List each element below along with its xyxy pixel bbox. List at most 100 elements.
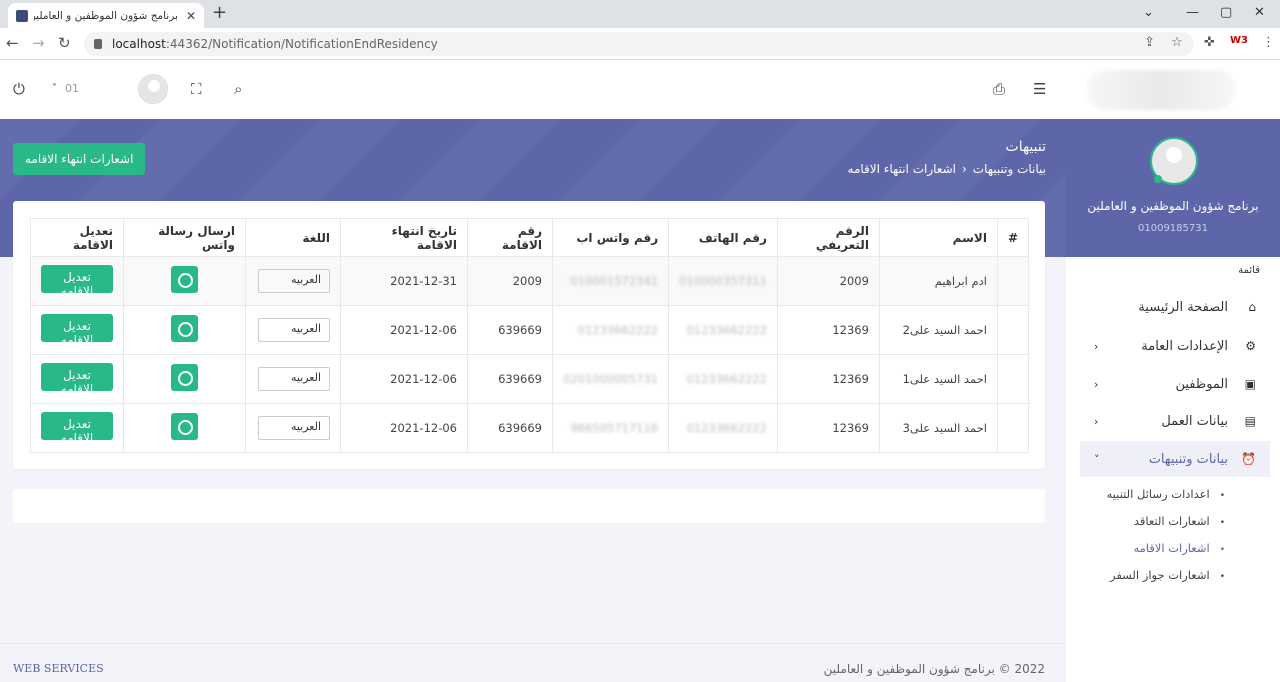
fullscreen-icon[interactable]: ⛶: [191, 80, 202, 98]
row-expiry: 2021-12-06: [340, 403, 468, 453]
row-whatsapp: 01233662222: [551, 305, 670, 355]
tab-close-icon[interactable]: ✕: [186, 9, 196, 23]
back-icon[interactable]: ←: [6, 34, 19, 52]
table-header-row: # الاسم الرقم التعريفي رقم الهاتف رقم وا…: [30, 218, 1030, 257]
reload-icon[interactable]: ↻: [58, 34, 71, 52]
row-id-text: 12369: [832, 323, 869, 337]
col-num: #: [996, 218, 1030, 257]
avatar[interactable]: [138, 74, 168, 104]
search-icon[interactable]: ⌕: [234, 80, 242, 98]
row-expiry-text: 2021-12-06: [390, 421, 457, 435]
row-id-text: 2009: [839, 274, 869, 288]
subitem-contract-notices[interactable]: اشعارات التعاقد: [1134, 514, 1225, 528]
table-row: احمد السيد على2 12369 01233662222 012336622…: [30, 305, 1030, 355]
sidebar-item-work-data[interactable]: ▤ بيانات العمل ‹: [1080, 403, 1270, 439]
row-phone: 010000357311: [668, 256, 778, 306]
sidebar-item-employees[interactable]: ▣ الموظفين ‹: [1080, 366, 1270, 402]
subitem-passport-notices[interactable]: اشعارات جواز السفر: [1110, 568, 1225, 582]
col-id: الرقم التعريفي: [776, 218, 880, 257]
row-expiry: 2021-12-31: [340, 256, 468, 306]
empty-card: [13, 489, 1045, 523]
browser-more-icon[interactable]: ⋮: [1262, 35, 1275, 50]
url-input[interactable]: localhost:44362/Notification/Notificatio…: [84, 32, 1194, 56]
edit-residency-button[interactable]: تعديل الاقامه: [41, 411, 113, 445]
row-id: 12369: [776, 403, 880, 453]
row-expiry-text: 2021-12-06: [390, 372, 457, 386]
breadcrumb-separator-icon: ‹: [961, 162, 967, 176]
close-window-icon[interactable]: ✕: [1254, 5, 1265, 20]
row-send: [123, 403, 246, 453]
row-send: [123, 305, 246, 355]
row-language: العربيه: [245, 256, 341, 306]
browser-tab-strip: برنامج شؤون الموظفين و العاملين ✕ + ⌄ — …: [0, 0, 1280, 28]
print-icon[interactable]: ⎙: [993, 80, 1005, 98]
user-name[interactable]: 01: [65, 82, 79, 95]
residency-notifications-button[interactable]: اشعارات انتهاء الاقامه: [13, 143, 146, 175]
residency-table: # الاسم الرقم التعريفي رقم الهاتف رقم وا…: [30, 218, 1030, 453]
subitem-residency-notices[interactable]: اشعارات الاقامه: [1133, 541, 1225, 555]
row-whatsapp-text: 010001572341: [570, 274, 659, 288]
url-host: localhost: [112, 37, 166, 51]
row-language: العربيه: [245, 354, 341, 404]
sidebar-profile: برنامج شؤون الموظفين و العاملين 01009185…: [1066, 119, 1280, 257]
share-icon[interactable]: ⇪: [1144, 35, 1155, 50]
whatsapp-icon[interactable]: [171, 315, 198, 342]
row-id: 12369: [776, 305, 880, 355]
row-id: 12369: [776, 354, 880, 404]
language-select[interactable]: العربيه: [258, 367, 330, 391]
row-residency-text: 2009: [512, 274, 542, 288]
alarm-icon: ⏰: [1241, 452, 1256, 466]
menu-icon[interactable]: ☰: [1033, 80, 1046, 98]
language-select[interactable]: العربيه: [258, 269, 330, 293]
sidebar-item-home[interactable]: ⌂ الصفحة الرئيسية: [1080, 289, 1270, 325]
address-bar: ← → ↻ localhost:44362/Notification/Notif…: [0, 28, 1280, 60]
row-phone: 01233662222: [668, 305, 778, 355]
chevron-down-icon[interactable]: ˅: [52, 83, 57, 94]
row-whatsapp: 010001572341: [551, 256, 670, 306]
extension-ws-icon[interactable]: W3: [1230, 35, 1248, 46]
breadcrumb-parent[interactable]: بيانات وتنبيهات: [973, 162, 1046, 176]
sidebar-item-label: بيانات العمل: [1161, 413, 1228, 429]
row-residency: 2009: [467, 256, 553, 306]
contact-icon: ▣: [1244, 377, 1256, 391]
sidebar-item-alerts[interactable]: ⏰ بيانات وتنبيهات ˅: [1080, 441, 1270, 477]
edit-residency-button[interactable]: تعديل الاقامه: [41, 264, 113, 298]
edit-residency-button[interactable]: تعديل الاقامه: [41, 362, 113, 396]
col-expiry: تاريخ انتهاء الاقامة: [340, 218, 468, 257]
sidebar-item-settings[interactable]: ⚙ الإعدادات العامة ‹: [1080, 328, 1270, 364]
gear-icon: ⚙: [1245, 339, 1256, 353]
power-icon[interactable]: ⏻: [13, 80, 25, 98]
minimize-icon[interactable]: —: [1186, 5, 1199, 20]
tab-search-icon[interactable]: ⌄: [1143, 5, 1154, 20]
tab-title: برنامج شؤون الموظفين و العاملين: [34, 9, 178, 22]
col-phone: رقم الهاتف: [668, 218, 778, 257]
col-edit: تعديل الاقامة: [30, 218, 124, 257]
browser-tab[interactable]: برنامج شؤون الموظفين و العاملين ✕: [8, 3, 204, 28]
footer-copyright: 2022 © برنامج شؤون الموظفين و العاملين: [823, 662, 1045, 676]
row-residency: 639669: [467, 354, 553, 404]
language-select[interactable]: العربيه: [258, 416, 330, 440]
edit-residency-button[interactable]: تعديل الاقامه: [41, 313, 113, 347]
col-whatsapp: رقم واتس اب: [551, 218, 670, 257]
language-select[interactable]: العربيه: [258, 318, 330, 342]
whatsapp-icon[interactable]: [171, 364, 198, 391]
bookmark-star-icon[interactable]: ☆: [1171, 35, 1183, 50]
row-expiry: 2021-12-06: [340, 305, 468, 355]
subitem-alert-settings[interactable]: اعدادات رسائل التنبيه: [1107, 487, 1225, 501]
col-name: الاسم: [878, 218, 998, 257]
whatsapp-icon[interactable]: [171, 266, 198, 293]
forward-icon[interactable]: →: [32, 34, 45, 52]
row-phone: 01233662222: [668, 403, 778, 453]
footer-left[interactable]: WEB SERVICES: [13, 662, 104, 675]
whatsapp-icon[interactable]: [171, 413, 198, 440]
row-phone-text: 01233662222: [686, 323, 767, 337]
new-tab-button[interactable]: +: [212, 4, 227, 22]
maximize-icon[interactable]: ▢: [1220, 5, 1232, 20]
sidebar-item-label: الموظفين: [1175, 376, 1228, 392]
row-phone: 01233662222: [668, 354, 778, 404]
row-num: [996, 305, 1030, 355]
sidebar-item-label: الإعدادات العامة: [1141, 338, 1228, 354]
row-residency: 639669: [467, 403, 553, 453]
extensions-icon[interactable]: ✜: [1204, 35, 1215, 50]
row-language: العربيه: [245, 403, 341, 453]
